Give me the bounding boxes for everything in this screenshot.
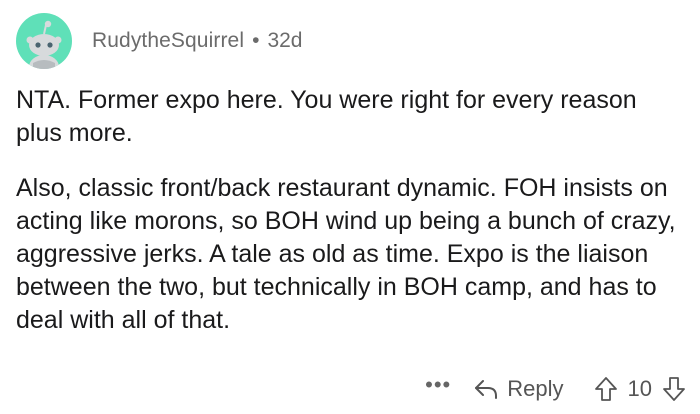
reply-label: Reply: [507, 376, 564, 401]
comment-header: RudytheSquirrel • 32d: [16, 13, 303, 69]
downvote-arrow-icon[interactable]: [662, 376, 686, 402]
comment-paragraph: NTA. Former expo here. You were right fo…: [16, 86, 637, 147]
comment-card: RudytheSquirrel • 32d NTA. Former expo h…: [0, 0, 700, 414]
snoo-avatar-icon: [26, 20, 62, 69]
comment-author[interactable]: RudytheSquirrel: [92, 29, 244, 53]
comment-age: 32d: [267, 29, 303, 52]
comment-paragraph: Also, classic front/back restaurant dyna…: [16, 174, 676, 334]
comment-body: NTA. Former expo here. You were right fo…: [16, 84, 686, 337]
meta-separator: •: [252, 29, 260, 52]
avatar[interactable]: [16, 13, 72, 69]
comment-actions: ••• Reply 10: [425, 372, 686, 406]
vote-controls: 10: [594, 376, 686, 402]
reply-button[interactable]: Reply: [473, 376, 564, 402]
more-options-button[interactable]: •••: [425, 374, 451, 396]
vote-count: 10: [627, 376, 652, 401]
reply-arrow-icon: [475, 380, 498, 399]
upvote-arrow-icon[interactable]: [594, 376, 618, 402]
